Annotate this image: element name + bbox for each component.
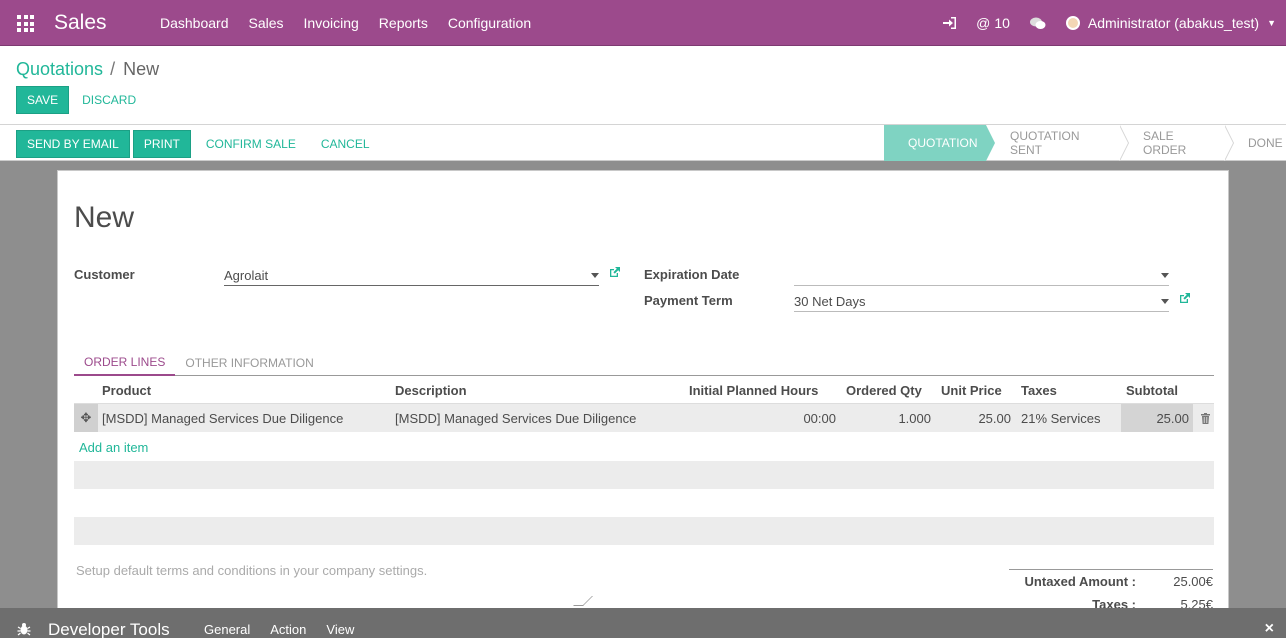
avatar [1065, 16, 1080, 30]
breadcrumb: Quotations / New [16, 59, 159, 80]
resize-grip-icon[interactable] [573, 596, 593, 606]
apps-menu-icon[interactable] [17, 15, 34, 32]
customer-value: Agrolait [224, 268, 269, 283]
breadcrumb-quotations[interactable]: Quotations [16, 59, 103, 79]
customer-label: Customer [74, 267, 135, 282]
breadcrumb-current: New [123, 59, 160, 79]
col-planned-hours[interactable]: Initial Planned Hours [689, 376, 818, 404]
col-unit-price[interactable]: Unit Price [941, 376, 1002, 404]
notebook-tabs: Order Lines Other Information [74, 349, 1214, 376]
chat-icon[interactable] [1020, 17, 1056, 30]
form-statusbar: Send by Email Print Confirm Sale Cancel … [0, 124, 1286, 161]
form-buttons: Save Discard [16, 86, 146, 114]
untaxed-amount-value: 25.00€ [1173, 574, 1213, 589]
cell-unit-price[interactable]: 25.00 [954, 404, 1011, 432]
menu-dashboard[interactable]: Dashboard [150, 15, 239, 31]
expiration-date-label: Expiration Date [644, 267, 740, 282]
discard-button[interactable]: Discard [72, 86, 146, 114]
payment-term-label: Payment Term [644, 293, 733, 308]
empty-row [74, 517, 1214, 545]
stage-pipeline: Quotation Quotation Sent Sale Order Done [884, 125, 1286, 161]
tab-order-lines[interactable]: Order Lines [74, 349, 176, 376]
drag-handle-icon[interactable]: ✥ [74, 404, 98, 432]
cancel-button[interactable]: Cancel [311, 130, 380, 158]
untaxed-amount-row: Untaxed Amount : 25.00€ [1009, 570, 1213, 593]
cell-ordered-qty[interactable]: 1.000 [864, 404, 931, 432]
table-header: Product Description Initial Planned Hour… [74, 376, 1214, 404]
order-lines-table: Product Description Initial Planned Hour… [74, 376, 1214, 545]
cell-subtotal: 25.00 [1121, 404, 1193, 432]
app-brand: Sales [54, 11, 107, 34]
devtools-menu-general[interactable]: General [194, 622, 260, 637]
col-product[interactable]: Product [102, 376, 151, 404]
table-row[interactable]: ✥ [MSDD] Managed Services Due Diligence … [74, 404, 1214, 432]
developer-tools-menu: General Action View [194, 622, 364, 637]
devtools-menu-view[interactable]: View [316, 622, 364, 637]
mentions-button[interactable]: @ 10 [966, 15, 1020, 31]
stage-label: Quotation Sent [1010, 129, 1080, 157]
menu-invoicing[interactable]: Invoicing [294, 15, 369, 31]
empty-row [74, 461, 1214, 489]
chevron-down-icon [1161, 299, 1169, 304]
trash-icon[interactable] [1201, 412, 1210, 424]
close-icon[interactable]: × [1265, 620, 1274, 638]
developer-tools-title: Developer Tools [48, 620, 170, 638]
devtools-menu-action[interactable]: Action [260, 622, 316, 637]
top-navbar: Sales Dashboard Sales Invoicing Reports … [0, 0, 1286, 46]
save-button[interactable]: Save [16, 86, 70, 114]
sign-in-icon[interactable] [933, 17, 966, 29]
cell-planned-hours[interactable]: 00:00 [774, 404, 836, 432]
terms-note-field[interactable]: Setup default terms and conditions in yo… [76, 563, 427, 578]
stage-sale-order[interactable]: Sale Order [1119, 125, 1234, 161]
bug-icon [17, 622, 31, 636]
tab-other-information[interactable]: Other Information [175, 349, 323, 376]
send-by-email-button[interactable]: Send by Email [16, 130, 130, 158]
print-button[interactable]: Print [132, 130, 191, 158]
cell-product[interactable]: [MSDD] Managed Services Due Diligence [102, 404, 343, 432]
external-link-icon[interactable] [609, 266, 621, 278]
breadcrumb-separator: / [110, 59, 116, 79]
user-menu[interactable]: Administrator (abakus_test) ▼ [1056, 15, 1286, 31]
menu-configuration[interactable]: Configuration [438, 15, 541, 31]
customer-field[interactable]: Agrolait [224, 266, 599, 286]
untaxed-amount-label: Untaxed Amount : [1024, 574, 1136, 589]
at-icon: @ [976, 15, 991, 31]
col-description[interactable]: Description [395, 376, 467, 404]
col-taxes[interactable]: Taxes [1021, 376, 1057, 404]
user-name: Administrator (abakus_test) [1087, 15, 1260, 31]
stage-label: Sale Order [1143, 129, 1187, 157]
system-tray: @ 10 Administrator (abakus_test) ▼ [933, 0, 1286, 46]
main-menu: Dashboard Sales Invoicing Reports Config… [150, 0, 541, 46]
col-subtotal[interactable]: Subtotal [1126, 376, 1178, 404]
developer-tools-bar: Developer Tools General Action View × [0, 608, 1286, 638]
stage-quotation[interactable]: Quotation [884, 125, 995, 161]
cell-description[interactable]: [MSDD] Managed Services Due Diligence [395, 404, 636, 432]
chevron-down-icon: ▼ [1267, 18, 1276, 28]
chevron-down-icon [1161, 273, 1169, 278]
payment-term-field[interactable]: 30 Net Days [794, 292, 1169, 312]
add-item-link[interactable]: Add an item [79, 440, 148, 455]
expiration-date-field[interactable] [794, 266, 1169, 286]
external-link-icon[interactable] [1179, 292, 1191, 304]
stage-label: Done [1248, 136, 1283, 150]
cell-taxes[interactable]: 21% Services [1021, 404, 1100, 432]
control-panel: Quotations / New Save Discard [0, 46, 1286, 124]
confirm-sale-button[interactable]: Confirm Sale [196, 130, 306, 158]
stage-quotation-sent[interactable]: Quotation Sent [986, 125, 1129, 161]
payment-term-value: 30 Net Days [794, 294, 866, 309]
menu-reports[interactable]: Reports [369, 15, 438, 31]
mentions-count: 10 [994, 15, 1010, 31]
statusbar-buttons: Send by Email Print Confirm Sale Cancel [16, 130, 380, 158]
stage-label: Quotation [908, 136, 978, 150]
menu-sales[interactable]: Sales [239, 15, 294, 31]
record-title: New [74, 201, 135, 234]
form-sheet: New Customer Agrolait Expiration Date Pa… [57, 170, 1229, 612]
col-ordered-qty[interactable]: Ordered Qty [846, 376, 922, 404]
chevron-down-icon [591, 273, 599, 278]
